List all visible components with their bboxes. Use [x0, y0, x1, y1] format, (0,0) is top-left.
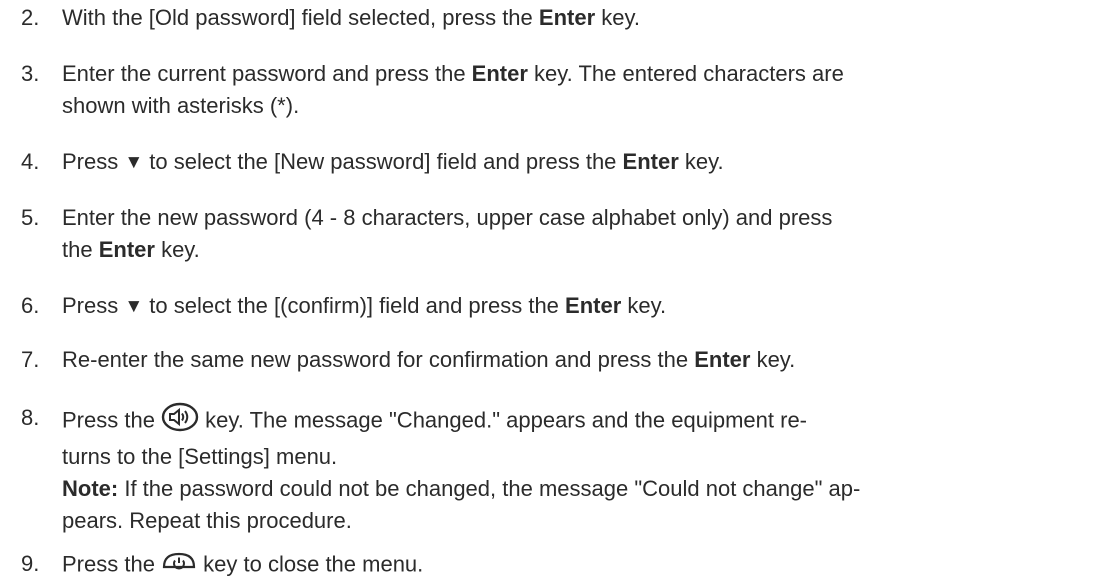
- step-text: Press the key. The message "Changed." ap…: [62, 402, 1092, 537]
- enter-key-label: Enter: [694, 347, 751, 372]
- step-number: 5.: [21, 205, 40, 230]
- step-text: Press the key to close the menu.: [62, 548, 1092, 583]
- enter-key-label: Enter: [538, 5, 596, 30]
- step-number: 9.: [21, 551, 40, 576]
- down-arrow-icon: ▼: [124, 152, 144, 173]
- step-text: Re-enter the same new password for confi…: [62, 347, 796, 372]
- step-text: Enter the new password (4 - 8 characters…: [62, 205, 833, 262]
- enter-key-label: Enter: [622, 149, 679, 174]
- step-number: 7.: [21, 347, 40, 372]
- manual-page: 2. With the [Old password] field selecte…: [0, 0, 1113, 584]
- step-number: 3.: [21, 61, 40, 86]
- step-text: Enter the current password and press the…: [62, 61, 844, 118]
- step-number: 8.: [21, 405, 40, 430]
- step-text: Press ▼ to select the [(confirm)] field …: [62, 293, 667, 318]
- speaker-key-icon: [161, 402, 199, 441]
- note-label: Note:: [62, 476, 119, 501]
- step-number: 4.: [21, 149, 40, 174]
- power-key-icon: [161, 548, 197, 583]
- enter-key-label: Enter: [471, 61, 528, 86]
- enter-key-label: Enter: [565, 293, 622, 318]
- step-number: 6.: [21, 293, 40, 318]
- step-number: 2.: [21, 5, 40, 30]
- step-text: Press ▼ to select the [New password] fie…: [62, 149, 724, 174]
- down-arrow-icon: ▼: [124, 296, 144, 317]
- enter-key-label: Enter: [98, 237, 155, 262]
- step-text: With the [Old password] field selected, …: [62, 5, 640, 30]
